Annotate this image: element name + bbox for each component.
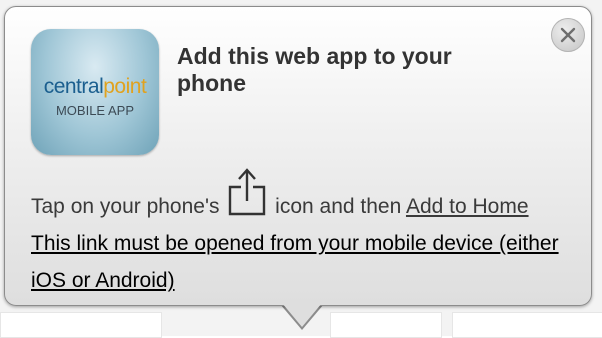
popup-title: Add this web app to your phone [177,43,452,96]
add-to-home-link[interactable]: Add to Home [406,195,529,218]
page-block [452,312,602,338]
instructions: Tap on your phone's icon and then Add to… [31,167,571,299]
brand-accent: point [103,75,147,98]
page-block [330,312,442,338]
share-icon [229,168,266,216]
app-brand-logo: centralpoint [31,75,159,99]
close-button[interactable] [551,18,585,52]
popup-pointer-fill [282,303,322,327]
brand-main: central [43,75,104,98]
add-to-home-popup: centralpoint MOBILE APP Add this web app… [4,6,592,306]
close-icon [560,27,576,43]
instruction-prefix: Tap on your phone's [31,195,220,218]
instruction-middle: icon and then [275,195,402,218]
mobile-device-warning-link[interactable]: This link must be opened from your mobil… [31,232,559,292]
app-icon-subtitle: MOBILE APP [55,103,135,118]
page-block [0,312,162,338]
app-icon: centralpoint MOBILE APP [31,29,159,155]
